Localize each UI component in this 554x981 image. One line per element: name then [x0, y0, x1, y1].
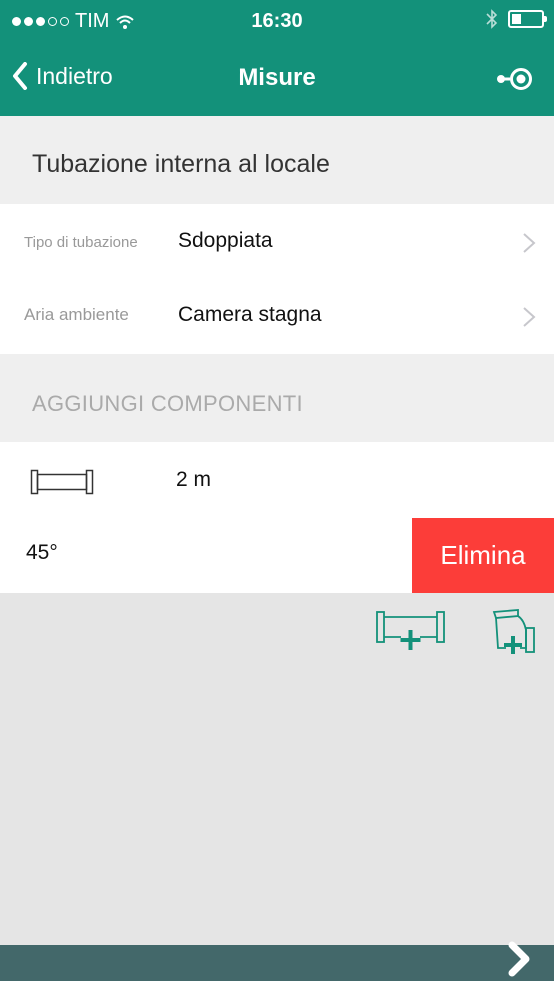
ambient-air-label: Aria ambiente — [24, 305, 129, 324]
chevron-right-icon — [523, 233, 536, 253]
add-curve-button[interactable] — [492, 608, 538, 661]
target-icon — [497, 68, 532, 90]
section-header-pipe: Tubazione interna al locale — [0, 116, 554, 204]
straight-pipe-icon — [30, 469, 94, 495]
chevron-right-icon — [523, 307, 536, 327]
ambient-air-row[interactable]: Aria ambiente Camera stagna — [0, 278, 554, 354]
add-curve-icon — [492, 609, 535, 654]
pipe-type-row[interactable]: Tipo di tubazione Sdoppiata — [0, 204, 554, 280]
ambient-air-value: Camera stagna — [178, 303, 322, 326]
add-straight-pipe-button[interactable] — [375, 610, 447, 659]
battery-icon — [508, 10, 547, 28]
bottom-bar — [0, 941, 554, 981]
bluetooth-icon — [486, 9, 498, 29]
pipe-type-value: Sdoppiata — [178, 229, 273, 252]
target-button[interactable] — [496, 66, 534, 97]
component-angle: 45° — [26, 541, 58, 564]
status-time: 16:30 — [251, 10, 303, 32]
status-bar: TIM 16:30 — [0, 0, 554, 40]
section-title: Tubazione interna al locale — [32, 150, 330, 178]
next-button[interactable] — [506, 939, 534, 981]
chevron-right-icon — [508, 941, 530, 977]
component-row[interactable]: 2 m — [0, 442, 554, 518]
section-header-components: AGGIUNGI COMPONENTI — [0, 354, 554, 442]
status-right — [486, 9, 547, 29]
pipe-type-label: Tipo di tubazione — [24, 234, 138, 251]
section-title: AGGIUNGI COMPONENTI — [32, 391, 303, 416]
component-length: 2 m — [176, 468, 212, 491]
delete-button[interactable]: Elimina — [412, 518, 554, 593]
components-area — [0, 593, 554, 945]
page-title: Misure — [238, 64, 316, 91]
navigation-bar: Indietro Misure — [0, 40, 554, 116]
add-straight-pipe-icon — [376, 611, 445, 650]
